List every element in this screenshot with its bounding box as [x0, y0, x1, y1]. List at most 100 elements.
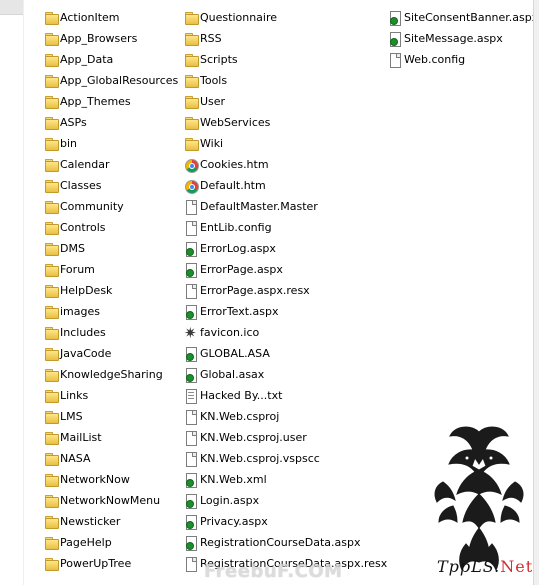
file-item-javacode[interactable]: JavaCode	[44, 343, 178, 364]
file-item-label: SiteMessage.aspx	[404, 31, 503, 45]
file-item-maillist[interactable]: MailList	[44, 427, 178, 448]
file-item-webservices[interactable]: WebServices	[184, 112, 387, 133]
file-item-label: PageHelp	[60, 535, 112, 549]
file-item-app-data[interactable]: App_Data	[44, 49, 178, 70]
file-item-registrationcoursedata-aspx[interactable]: RegistrationCourseData.aspx	[184, 532, 387, 553]
folder-icon	[44, 11, 59, 25]
file-item-label: Wiki	[200, 136, 224, 150]
file-item-actionitem[interactable]: ActionItem	[44, 7, 178, 28]
file-item-tools[interactable]: Tools	[184, 70, 387, 91]
file-item-label: ErrorPage.aspx.resx	[200, 283, 310, 297]
folder-icon	[184, 32, 199, 46]
file-item-errorlog-aspx[interactable]: ErrorLog.aspx	[184, 238, 387, 259]
file-item-sitemessage-aspx[interactable]: SiteMessage.aspx	[388, 28, 538, 49]
file-item-label: Newsticker	[60, 514, 121, 528]
file-item-siteconsentbanner-aspx[interactable]: SiteConsentBanner.aspx	[388, 7, 538, 28]
file-column-1: ActionItem App_Browsers App_Data App_Global…	[44, 7, 178, 574]
file-item-calendar[interactable]: Calendar	[44, 154, 178, 175]
file-item-label: Links	[60, 388, 89, 402]
folder-icon	[184, 137, 199, 151]
file-item-networknowmenu[interactable]: NetworkNowMenu	[44, 490, 178, 511]
folder-icon	[184, 116, 199, 130]
file-item-app-browsers[interactable]: App_Browsers	[44, 28, 178, 49]
document-icon	[184, 430, 198, 446]
file-item-knowledgesharing[interactable]: KnowledgeSharing	[44, 364, 178, 385]
file-item-label: App_Browsers	[60, 31, 138, 45]
file-item-default-htm[interactable]: Default.htm	[184, 175, 387, 196]
file-item-kn-web-csproj-user[interactable]: KN.Web.csproj.user	[184, 427, 387, 448]
file-item-label: Questionnaire	[200, 10, 278, 24]
file-item-dms[interactable]: DMS	[44, 238, 178, 259]
file-item-label: KN.Web.xml	[200, 472, 267, 486]
file-item-errorpage-aspx[interactable]: ErrorPage.aspx	[184, 259, 387, 280]
file-item-global-asa[interactable]: GLOBAL.ASA	[184, 343, 387, 364]
file-item-label: DMS	[60, 241, 85, 255]
file-item-label: ASPs	[60, 115, 87, 129]
file-item-lms[interactable]: LMS	[44, 406, 178, 427]
file-item-includes[interactable]: Includes	[44, 322, 178, 343]
file-item-pagehelp[interactable]: PageHelp	[44, 532, 178, 553]
file-item-kn-web-xml[interactable]: KN.Web.xml	[184, 469, 387, 490]
file-item-poweruptree[interactable]: PowerUpTree	[44, 553, 178, 574]
file-item-classes[interactable]: Classes	[44, 175, 178, 196]
document-icon	[184, 283, 198, 299]
file-item-label: App_Data	[60, 52, 114, 66]
folder-icon	[44, 242, 59, 256]
file-item-kn-web-csproj[interactable]: KN.Web.csproj	[184, 406, 387, 427]
folder-icon	[44, 95, 59, 109]
file-item-label: DefaultMaster.Master	[200, 199, 318, 213]
file-item-privacy-aspx[interactable]: Privacy.aspx	[184, 511, 387, 532]
aspnet-file-icon	[184, 535, 198, 551]
folder-icon	[44, 536, 59, 550]
file-item-newsticker[interactable]: Newsticker	[44, 511, 178, 532]
file-item-label: KN.Web.csproj.user	[200, 430, 307, 444]
folder-icon	[44, 515, 59, 529]
file-item-label: JavaCode	[60, 346, 112, 360]
file-item-favicon-ico[interactable]: favicon.ico	[184, 322, 387, 343]
file-item-errortext-aspx[interactable]: ErrorText.aspx	[184, 301, 387, 322]
document-icon	[388, 52, 402, 68]
file-item-scripts[interactable]: Scripts	[184, 49, 387, 70]
file-item-global-asax[interactable]: Global.asax	[184, 364, 387, 385]
file-item-questionnaire[interactable]: Questionnaire	[184, 7, 387, 28]
file-item-label: NASA	[60, 451, 91, 465]
file-item-images[interactable]: images	[44, 301, 178, 322]
file-item-defaultmaster-master[interactable]: DefaultMaster.Master	[184, 196, 387, 217]
file-item-app-globalresources[interactable]: App_GlobalResources	[44, 70, 178, 91]
file-item-label: Includes	[60, 325, 106, 339]
folder-icon	[44, 452, 59, 466]
file-item-label: Community	[60, 199, 124, 213]
file-item-forum[interactable]: Forum	[44, 259, 178, 280]
file-item-links[interactable]: Links	[44, 385, 178, 406]
file-item-login-aspx[interactable]: Login.aspx	[184, 490, 387, 511]
file-item-community[interactable]: Community	[44, 196, 178, 217]
tools-net-watermark-net: Net	[500, 557, 534, 576]
file-item-errorpage-aspx-resx[interactable]: ErrorPage.aspx.resx	[184, 280, 387, 301]
file-item-user[interactable]: User	[184, 91, 387, 112]
chrome-icon	[184, 158, 199, 173]
file-item-app-themes[interactable]: App_Themes	[44, 91, 178, 112]
file-item-kn-web-csproj-vspscc[interactable]: KN.Web.csproj.vspscc	[184, 448, 387, 469]
file-item-registrationcoursedata-aspx-resx[interactable]: RegistrationCourseData.aspx.resx	[184, 553, 387, 574]
file-item-rss[interactable]: RSS	[184, 28, 387, 49]
file-item-label: Privacy.aspx	[200, 514, 268, 528]
file-item-label: HelpDesk	[60, 283, 113, 297]
file-item-controls[interactable]: Controls	[44, 217, 178, 238]
file-item-asps[interactable]: ASPs	[44, 112, 178, 133]
file-item-label: ErrorPage.aspx	[200, 262, 283, 276]
file-item-label: Forum	[60, 262, 95, 276]
file-item-cookies-htm[interactable]: Cookies.htm	[184, 154, 387, 175]
file-item-bin[interactable]: bin	[44, 133, 178, 154]
file-item-networknow[interactable]: NetworkNow	[44, 469, 178, 490]
file-item-hacked-by-txt[interactable]: Hacked By...txt	[184, 385, 387, 406]
file-item-helpdesk[interactable]: HelpDesk	[44, 280, 178, 301]
file-item-nasa[interactable]: NASA	[44, 448, 178, 469]
file-item-wiki[interactable]: Wiki	[184, 133, 387, 154]
aspnet-file-icon	[184, 493, 198, 509]
file-item-entlib-config[interactable]: EntLib.config	[184, 217, 387, 238]
favicon-icon	[184, 323, 198, 343]
file-item-web-config[interactable]: Web.config	[388, 49, 538, 70]
file-item-label: NetworkNowMenu	[60, 493, 161, 507]
file-item-label: ErrorText.aspx	[200, 304, 279, 318]
file-item-label: Hacked By...txt	[200, 388, 283, 402]
